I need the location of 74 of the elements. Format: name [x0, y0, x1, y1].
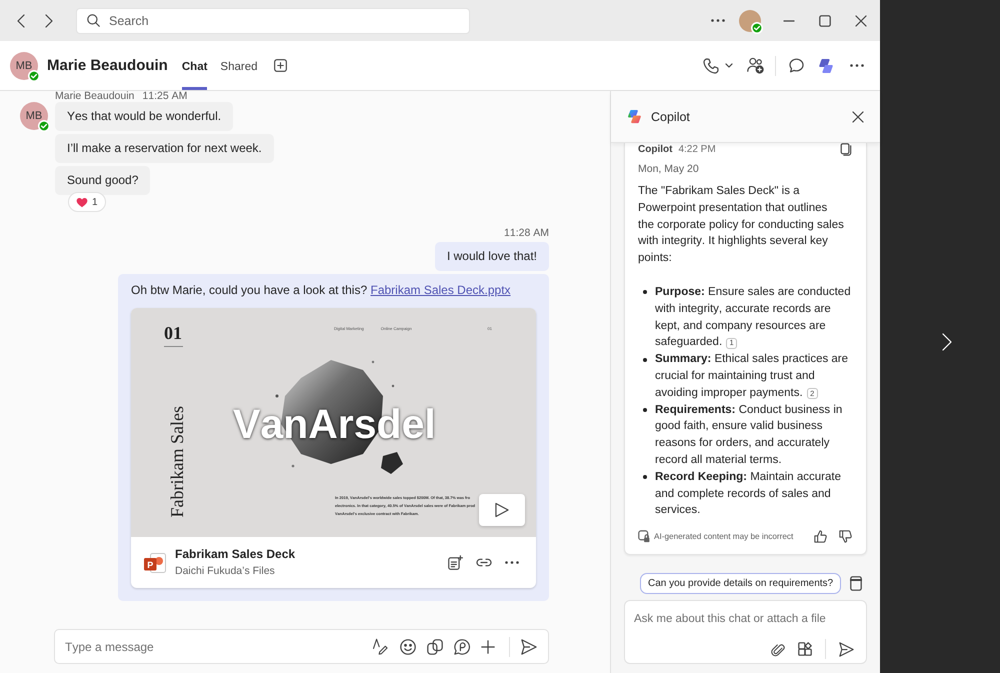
pen-icon[interactable] [372, 638, 389, 655]
more-icon[interactable] [850, 64, 864, 67]
bullet-icon [643, 358, 647, 362]
speech-bubble-icon[interactable] [454, 638, 470, 654]
file-location: Daichi Fukuda’s Files [175, 564, 275, 578]
send-icon[interactable] [521, 638, 537, 654]
slide-title: Fabrikam Sales [168, 406, 186, 518]
reaction-button[interactable]: 1 [68, 192, 106, 212]
bullet-text: Requirements: Conduct business in good faith, ensure valid business reasons for orders, and accurately record all material terms. [655, 402, 844, 468]
response-text: The "Fabrikam Sales Deck" is a Powerpoint presentation that outlines the corporate policy for conducting sales with integrity. It highlights several key points: [638, 184, 845, 266]
logo-icon [627, 109, 642, 124]
chevron-right-icon[interactable] [941, 332, 953, 352]
play-icon [495, 502, 509, 518]
message-time: 11:25 AM [142, 91, 188, 102]
overlapping-squares-icon[interactable] [427, 638, 443, 654]
caret-icon[interactable] [725, 63, 733, 68]
search-field[interactable]: Search [109, 12, 409, 30]
message-bubble: I’ll make a reservation for next week. [55, 134, 274, 163]
link-icon[interactable] [476, 558, 492, 567]
paperclip-icon[interactable] [771, 642, 785, 656]
panel-title: Copilot [651, 110, 690, 124]
more-icon[interactable] [711, 19, 725, 22]
phone-icon[interactable] [703, 58, 719, 74]
people-add-icon[interactable] [747, 57, 764, 74]
message-time: 11:28 AM [504, 227, 549, 239]
more-icon[interactable] [505, 561, 519, 564]
avatar: MB [10, 52, 38, 80]
message-bubble: I would love that! [434, 242, 549, 271]
contact-name: Marie Beaudouin [47, 57, 168, 74]
logo-icon[interactable] [818, 58, 834, 74]
bullet-icon [643, 408, 647, 412]
heart-icon [76, 196, 88, 208]
suggestion-chip[interactable]: Can you provide details on requirements? [640, 573, 842, 594]
copy-icon[interactable] [840, 142, 852, 156]
forward-icon[interactable] [45, 14, 53, 28]
disclaimer-text: AI-generated content may be incorrect [654, 532, 794, 541]
apps-icon[interactable] [798, 642, 812, 656]
chat-icon[interactable] [789, 58, 804, 73]
prompt-field[interactable]: Ask me about this chat or attach a file [634, 610, 854, 628]
bullet-icon [643, 475, 647, 480]
message-field[interactable]: Type a message [65, 638, 361, 656]
search-icon [87, 14, 100, 27]
sender-name: Marie Beaudouin [55, 91, 134, 102]
bullet-text: Record Keeping: Maintain accurate and complete records of sales and services. [655, 470, 842, 518]
play-button[interactable] [479, 494, 525, 526]
file-card[interactable] [131, 308, 536, 588]
thumbs-down-icon[interactable] [839, 530, 852, 543]
message-text: Oh btw Marie, could you have a look at this? Fabrikam Sales Deck.pptx [131, 283, 511, 298]
bullet-icon [643, 290, 647, 294]
file-name: Fabrikam Sales Deck [175, 546, 296, 562]
message-bubble: Yes that would be wonderful. [55, 102, 234, 131]
prompt-box[interactable]: Ask me about this chat or attach a file [624, 600, 867, 664]
notebook-icon[interactable] [850, 576, 862, 591]
compose-box[interactable]: Type a message [54, 629, 549, 664]
slide-number: 01 [164, 324, 182, 342]
close-icon[interactable] [852, 110, 864, 122]
document-plus-icon[interactable] [448, 555, 463, 570]
smiley-icon[interactable] [400, 638, 416, 654]
search-box[interactable]: Search [76, 8, 470, 34]
date-text: Mon, May 20 [638, 162, 700, 176]
minimize-icon[interactable] [783, 20, 795, 22]
tab[interactable]: Shared [220, 41, 258, 90]
back-icon[interactable] [17, 14, 25, 28]
file-link[interactable]: Fabrikam Sales Deck.pptx [370, 283, 511, 297]
plus-icon[interactable] [481, 640, 495, 654]
send-icon[interactable] [839, 642, 854, 656]
sender-name: Copilot [638, 144, 672, 154]
add-tab-icon[interactable] [274, 59, 287, 72]
lock-icon [638, 530, 650, 543]
message-time: 4:22 PM [678, 144, 716, 154]
thumbs-up-icon[interactable] [814, 530, 827, 543]
close-icon[interactable] [855, 14, 867, 26]
message-bubble: Sound good? [55, 166, 150, 195]
maximize-icon[interactable] [819, 14, 831, 26]
